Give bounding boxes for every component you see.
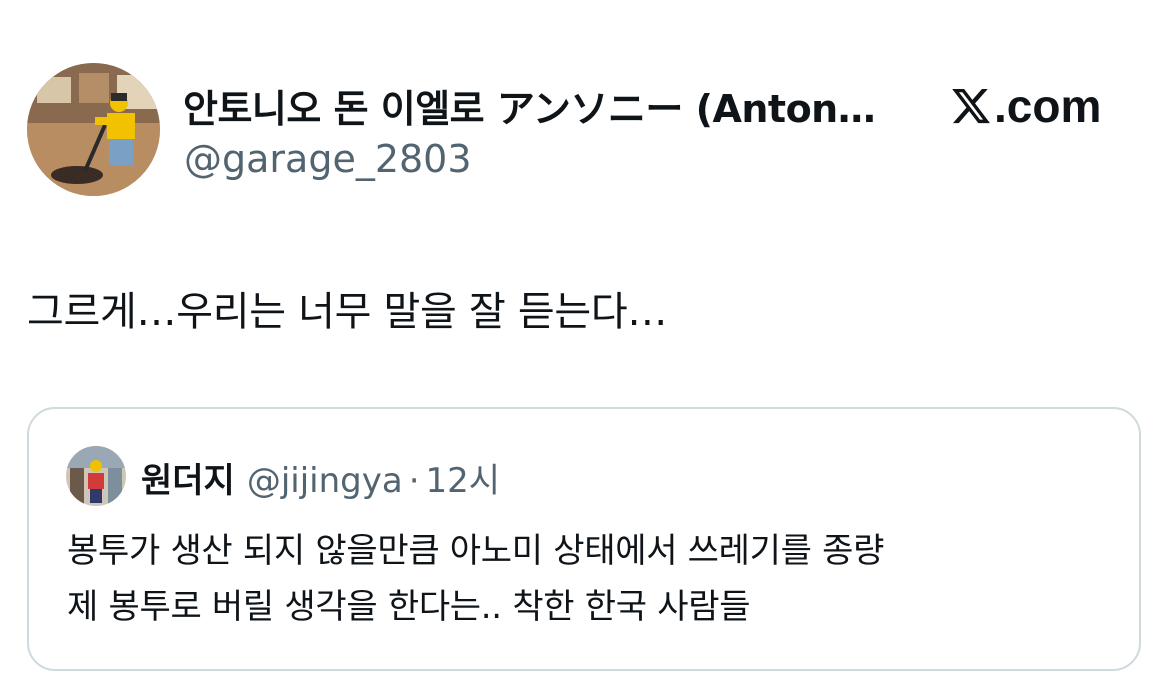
author-name[interactable]: 안토니오 돈 이엘로 アンソニー (Anton… — [183, 78, 875, 133]
quote-meta: 원더지 @jijingya · 12시 — [141, 453, 500, 502]
tweet-text: 그르게…우리는 너무 말을 잘 듣는다… — [27, 289, 668, 335]
x-logo-icon — [952, 88, 990, 124]
x-com-logo[interactable]: .com — [950, 78, 1101, 134]
quote-author-handle[interactable]: @jijingya — [247, 461, 403, 501]
meta-separator: · — [408, 461, 420, 501]
lego-figure-avatar-icon — [27, 63, 160, 196]
site-label: .com — [994, 80, 1102, 132]
quoted-tweet-card[interactable]: 원더지 @jijingya · 12시 봉투가 생산 되지 않을만큼 아노미 상… — [27, 407, 1141, 671]
quote-text: 봉투가 생산 되지 않을만큼 아노미 상태에서 쓰레기를 종량 제 봉투로 버릴… — [67, 523, 1127, 635]
quote-timestamp[interactable]: 12시 — [426, 453, 501, 502]
quote-author-avatar[interactable] — [66, 446, 126, 506]
figure-avatar-icon — [66, 446, 126, 506]
quote-text-line-1: 봉투가 생산 되지 않을만큼 아노미 상태에서 쓰레기를 종량 — [67, 531, 885, 571]
tweet-screenshot: 안토니오 돈 이엘로 アンソニー (Anton… @garage_2803 .c… — [0, 0, 1170, 679]
quote-author-name[interactable]: 원더지 — [141, 453, 235, 502]
author-handle[interactable]: @garage_2803 — [184, 137, 472, 181]
author-avatar[interactable] — [27, 63, 160, 196]
quote-text-line-2: 제 봉투로 버릴 생각을 한다는.. 착한 한국 사람들 — [67, 587, 751, 627]
